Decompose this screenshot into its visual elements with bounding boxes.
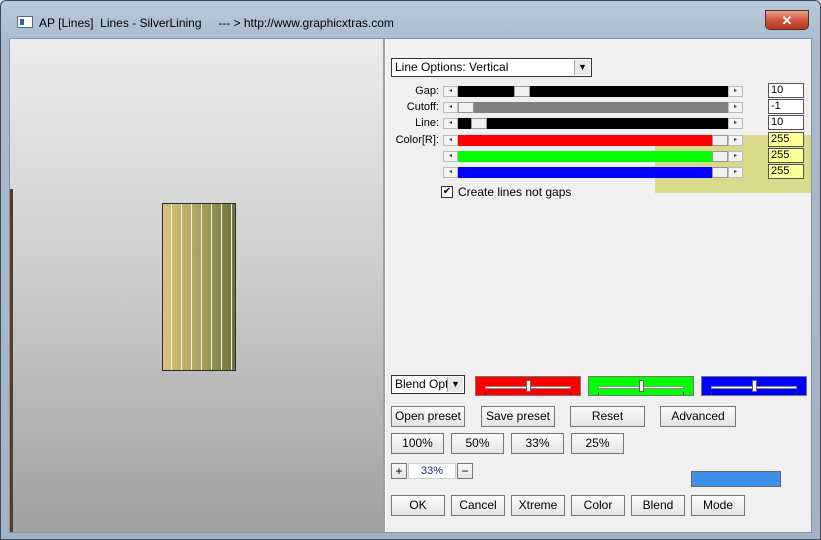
zoom-25-button[interactable]: 25% [571, 433, 624, 454]
checkmark-icon: ✔ [442, 186, 452, 197]
arrow-left-icon[interactable]: ◂ [443, 118, 458, 129]
zoom-in-button[interactable]: + [391, 463, 407, 479]
blend-slider-thumb[interactable] [752, 380, 757, 392]
preview-line [221, 204, 222, 370]
arrow-left-icon[interactable]: ◂ [443, 167, 458, 178]
slider[interactable]: ◂ ▸ [443, 102, 743, 113]
slider-label: Cutoff: [406, 101, 439, 113]
arrow-right-icon[interactable]: ▸ [728, 151, 743, 162]
blend-slider-tick [683, 392, 684, 395]
open-preset-button[interactable]: Open preset [391, 406, 465, 427]
app-window-icon[interactable] [17, 16, 33, 28]
blend-color-slider[interactable] [701, 376, 807, 396]
slider-track[interactable] [458, 135, 728, 146]
arrow-right-icon[interactable]: ▸ [728, 118, 743, 129]
preview-image [162, 203, 236, 371]
slider-thumb[interactable] [712, 135, 728, 146]
create-lines-checkbox[interactable]: ✔ [441, 186, 453, 198]
arrow-left-icon[interactable]: ◂ [443, 102, 458, 113]
arrow-left-icon[interactable]: ◂ [443, 86, 458, 97]
dialog-window: AP [Lines] Lines - SilverLining --- > ht… [0, 0, 821, 540]
title-bar[interactable]: AP [Lines] Lines - SilverLining --- > ht… [1, 1, 820, 35]
slider-label: Gap: [415, 85, 439, 97]
mode-button[interactable]: Mode [691, 495, 745, 516]
chevron-down-icon[interactable]: ▼ [574, 60, 590, 75]
cancel-button[interactable]: Cancel [451, 495, 505, 516]
preview-line [191, 204, 192, 370]
slider-track[interactable] [458, 102, 728, 113]
arrow-right-icon[interactable]: ▸ [728, 86, 743, 97]
slider-track[interactable] [458, 167, 728, 178]
preview-line [211, 204, 212, 370]
slider-value-input[interactable]: 255 [768, 164, 804, 179]
save-preset-button[interactable]: Save preset [481, 406, 555, 427]
slider-label: Color[R]: [395, 134, 439, 146]
slider-thumb[interactable] [712, 151, 728, 162]
slider-value-input[interactable]: -1 [768, 99, 804, 114]
slider-thumb[interactable] [712, 167, 728, 178]
zoom-100-button[interactable]: 100% [391, 433, 444, 454]
arrow-right-icon[interactable]: ▸ [728, 102, 743, 113]
preview-line [171, 204, 172, 370]
blend-slider-tick [711, 392, 712, 395]
line-options-dropdown[interactable]: Line Options: Vertical ▼ [391, 58, 592, 77]
slider-thumb[interactable] [471, 118, 487, 129]
dialog-client-area: Line Options: Vertical ▼ Gap: ◂ ▸ 10 Cutoff:… [9, 38, 812, 533]
color-swatch[interactable] [691, 471, 781, 487]
slider[interactable]: ◂ ▸ [443, 86, 743, 97]
advanced-button[interactable]: Advanced [660, 406, 736, 427]
slider-value-input[interactable]: 255 [768, 132, 804, 147]
zoom-out-button[interactable]: − [457, 463, 473, 479]
blend-slider-tick [570, 392, 571, 395]
slider-value-input[interactable]: 10 [768, 115, 804, 130]
slider-track[interactable] [458, 118, 728, 129]
blend-options-value: Blend Opti [395, 377, 452, 391]
slider-track[interactable] [458, 151, 728, 162]
slider-label: Line: [415, 117, 439, 129]
arrow-left-icon[interactable]: ◂ [443, 151, 458, 162]
blend-slider-tick [796, 392, 797, 395]
blend-slider-tick [485, 392, 486, 395]
preview-edge [10, 189, 13, 532]
blend-button[interactable]: Blend [631, 495, 685, 516]
slider[interactable]: ◂ ▸ [443, 167, 743, 178]
arrow-right-icon[interactable]: ▸ [728, 167, 743, 178]
blend-slider-tick [598, 392, 599, 395]
preview-panel [10, 39, 383, 532]
slider-value-input[interactable]: 10 [768, 83, 804, 98]
slider[interactable]: ◂ ▸ [443, 135, 743, 146]
slider[interactable]: ◂ ▸ [443, 151, 743, 162]
xtreme-button[interactable]: Xtreme [511, 495, 565, 516]
slider-value-input[interactable]: 255 [768, 148, 804, 163]
preview-line [231, 204, 232, 370]
slider-track[interactable] [458, 86, 728, 97]
blend-color-slider[interactable] [475, 376, 581, 396]
blend-slider-thumb[interactable] [526, 380, 531, 392]
create-lines-label: Create lines not gaps [458, 185, 572, 199]
slider[interactable]: ◂ ▸ [443, 118, 743, 129]
slider-thumb[interactable] [458, 102, 474, 113]
controls-panel: Line Options: Vertical ▼ Gap: ◂ ▸ 10 Cutoff:… [386, 39, 811, 532]
blend-color-slider[interactable] [588, 376, 694, 396]
blend-options-dropdown[interactable]: Blend Opti ▼ [391, 375, 465, 394]
zoom-input[interactable]: 33% [408, 463, 456, 479]
arrow-right-icon[interactable]: ▸ [728, 135, 743, 146]
slider-thumb[interactable] [514, 86, 530, 97]
chevron-down-icon[interactable]: ▼ [447, 377, 463, 392]
close-button[interactable]: ✕ [765, 10, 809, 30]
zoom-50-button[interactable]: 50% [451, 433, 504, 454]
ok-button[interactable]: OK [391, 495, 445, 516]
arrow-left-icon[interactable]: ◂ [443, 135, 458, 146]
color-button[interactable]: Color [571, 495, 625, 516]
preview-line [181, 204, 182, 370]
window-title: AP [Lines] Lines - SilverLining --- > ht… [39, 16, 394, 30]
reset-button[interactable]: Reset [570, 406, 645, 427]
blend-slider-thumb[interactable] [639, 380, 644, 392]
preview-line [201, 204, 202, 370]
line-options-value: Line Options: Vertical [395, 60, 509, 74]
close-icon: ✕ [781, 13, 793, 28]
zoom-33-button[interactable]: 33% [511, 433, 564, 454]
